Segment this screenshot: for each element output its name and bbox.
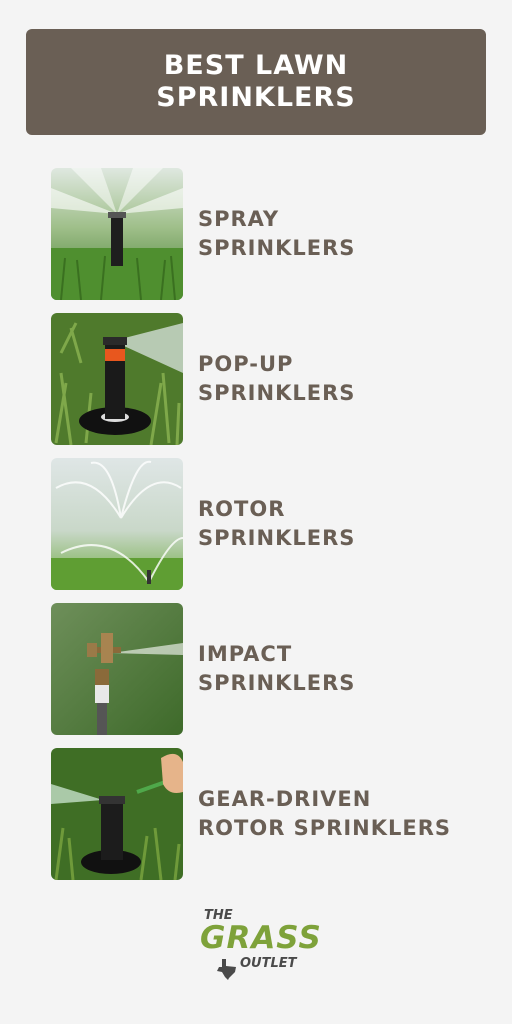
- logo-grass: GRASS: [200, 920, 322, 956]
- list-item-pop-up: POP-UP SPRINKLERS: [51, 313, 481, 445]
- spray-sprinkler-photo: [51, 168, 183, 300]
- item-label-line-1: SPRAY: [198, 207, 280, 231]
- title-banner: BEST LAWN SPRINKLERS: [26, 29, 486, 135]
- item-label-line-2: SPRINKLERS: [198, 236, 356, 260]
- item-label-line-2: SPRINKLERS: [198, 381, 356, 405]
- item-label-line-1: POP-UP: [198, 352, 294, 376]
- gear-driven-rotor-sprinkler-photo: [51, 748, 183, 880]
- item-label-line-2: SPRINKLERS: [198, 671, 356, 695]
- grass-outlet-logo: THE GRASS OUTLET: [196, 908, 321, 992]
- list-item-impact: IMPACT SPRINKLERS: [51, 603, 481, 735]
- item-label-line-1: ROTOR: [198, 497, 286, 521]
- list-item-spray: SPRAY SPRINKLERS: [51, 168, 481, 300]
- item-label-line-2: ROTOR SPRINKLERS: [198, 816, 452, 840]
- pop-up-sprinkler-photo: [51, 313, 183, 445]
- title-line-1: BEST LAWN: [163, 50, 349, 81]
- impact-sprinkler-photo: [51, 603, 183, 735]
- title-line-2: SPRINKLERS: [156, 82, 356, 113]
- logo-outlet: OUTLET: [240, 956, 297, 971]
- item-label-line-1: GEAR-DRIVEN: [198, 787, 372, 811]
- list-item-rotor: ROTOR SPRINKLERS: [51, 458, 481, 590]
- item-label-line-1: IMPACT: [198, 642, 293, 666]
- texas-icon: [217, 959, 236, 980]
- rotor-sprinkler-photo: [51, 458, 183, 590]
- list-item-gear-driven: GEAR-DRIVEN ROTOR SPRINKLERS: [51, 748, 481, 880]
- item-label-line-2: SPRINKLERS: [198, 526, 356, 550]
